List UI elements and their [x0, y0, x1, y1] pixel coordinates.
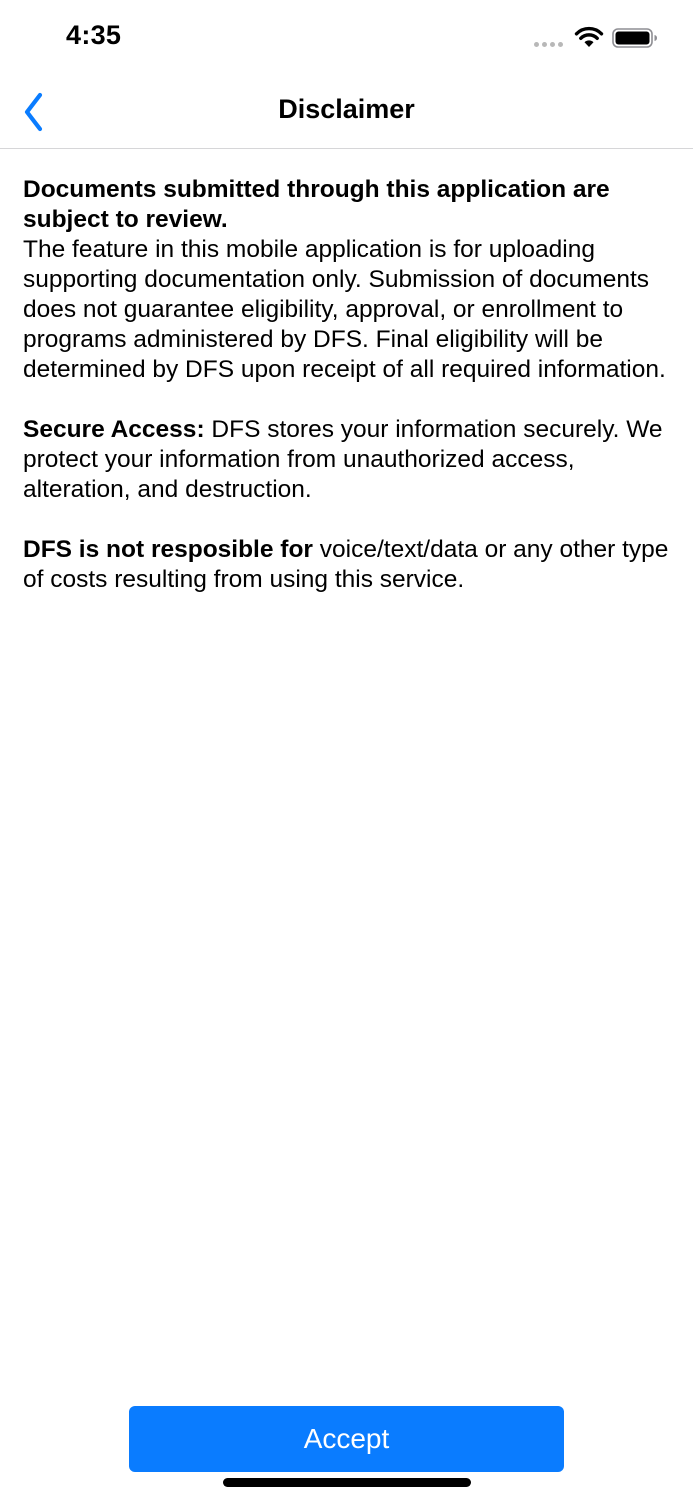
- review-heading: Documents submitted through this applica…: [23, 176, 610, 233]
- cellular-signal-icon: [534, 40, 566, 48]
- secure-access-paragraph: Secure Access: DFS stores your informati…: [23, 415, 673, 505]
- review-body: The feature in this mobile application i…: [23, 236, 666, 383]
- costs-label: DFS is not resposible for: [23, 536, 313, 563]
- wifi-icon: [574, 26, 604, 47]
- secure-access-label: Secure Access:: [23, 416, 205, 443]
- status-bar: 4:35: [0, 0, 693, 78]
- status-time: 4:35: [66, 20, 122, 50]
- accept-button[interactable]: Accept: [129, 1406, 564, 1472]
- disclaimer-content: Documents submitted through this applica…: [23, 175, 673, 625]
- home-indicator[interactable]: [223, 1478, 471, 1487]
- disclaimer-screen: 4:35 Disclaimer Documents submitted thro…: [0, 0, 693, 1500]
- page-title: Disclaimer: [278, 94, 415, 124]
- navigation-bar: Disclaimer: [0, 78, 693, 149]
- review-paragraph: Documents submitted through this applica…: [23, 175, 673, 385]
- battery-icon: [612, 28, 657, 48]
- costs-paragraph: DFS is not resposible for voice/text/dat…: [23, 535, 673, 595]
